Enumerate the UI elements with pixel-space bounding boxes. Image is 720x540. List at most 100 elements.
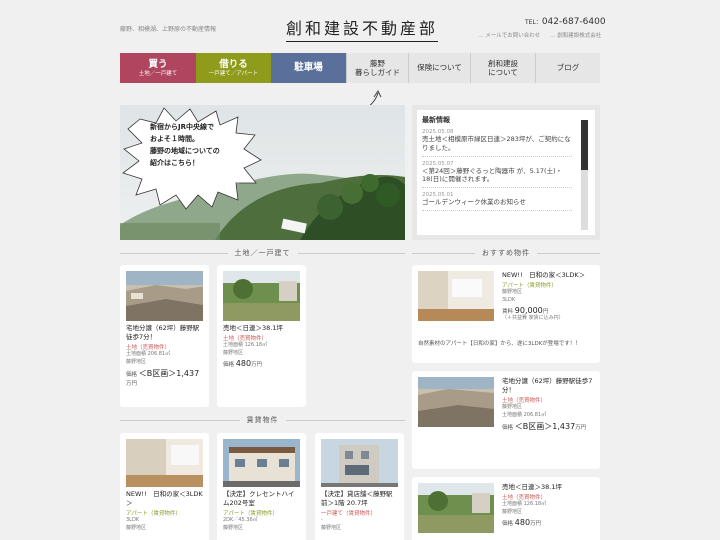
price-unit: 万円	[530, 521, 542, 528]
news-list[interactable]: 最新情報 2025.05.08 売土地＜相模原市緑区日連＞283坪が、ご契約にな…	[422, 115, 590, 233]
price-label: 価格	[502, 425, 514, 432]
property-area: 土地面積 206.81㎡	[502, 411, 547, 418]
tel-value: 042-687-6400	[541, 17, 606, 27]
property-title: 宅地分譲（62坪）藤野駅徒歩7分！	[502, 377, 593, 395]
recommend-card[interactable]: NEW!! 日和の家＜3LDK＞ アパート（賃貸物件） 藤野地区 3LDK 賃料…	[412, 265, 600, 363]
news-scrollbar-thumb[interactable]	[581, 120, 588, 170]
property-location: 藤野地区	[223, 349, 244, 356]
rental-card[interactable]: NEW!! 日和の家＜3LDK＞ アパート（賃貸物件） 3LDK 藤野地区	[120, 433, 209, 540]
price-value: ＜B区画＞1,437	[514, 422, 576, 432]
price-value: 480	[235, 359, 252, 369]
nav-about-company[interactable]: 創和建設 について	[470, 53, 535, 83]
property-note: 自然素材のアパート【日和の家】から、遂に3LDKが登場です！！	[418, 340, 581, 347]
property-title: 【決定】クレセントハイム202号室	[223, 490, 295, 508]
price-unit: 万円	[126, 381, 138, 388]
news-item[interactable]: 2025.05.01 ゴールデンウィーク休業のお知らせ	[422, 192, 572, 211]
property-detail: -	[321, 517, 323, 524]
property-location: 藤野地区	[502, 289, 523, 296]
property-area: 土地面積 126.18㎡	[502, 501, 547, 508]
price-value: 90,000	[514, 306, 543, 316]
news-item[interactable]: 2025.05.08 売土地＜相模原市緑区日連＞283坪が、ご契約になりました。	[422, 129, 572, 157]
property-card[interactable]: 宅地分譲（62坪）藤野駅徒歩7分！ 土地（売買物件） 土地面積 206.81㎡ …	[120, 265, 209, 407]
property-detail: 2DK／45.36㎡	[223, 517, 258, 524]
property-photo	[223, 439, 300, 487]
section-header-land: 土地／一戸建て	[120, 246, 405, 260]
property-photo	[223, 271, 300, 321]
section-header-rental: 賃貸物件	[120, 413, 405, 427]
tel-label: TEL：	[525, 19, 542, 26]
hero-banner[interactable]: 新宿からJR中央線で およそ１時間。 藤野の地域についての 紹介はこちら！	[120, 105, 405, 240]
section-title: おすすめ物件	[482, 249, 530, 257]
price-label: 価格	[126, 372, 138, 379]
property-photo	[418, 483, 494, 533]
property-area: 土地面積 126.18㎡	[223, 342, 268, 349]
hero-caption: 新宿からJR中央線で およそ１時間。 藤野の地域についての 紹介はこちら！	[150, 122, 220, 170]
company-link[interactable]: … 創和建設株式会社	[550, 33, 601, 39]
price-label: 価格	[223, 362, 235, 369]
property-title: 売地＜日連＞38.1坪	[223, 324, 283, 332]
property-detail: 3LDK	[502, 296, 516, 303]
nav-fujino-guide[interactable]: 藤野 暮らしガイド	[346, 53, 408, 83]
price-unit: 万円	[575, 425, 587, 432]
news-title: 最新情報	[422, 116, 450, 124]
property-price: 価格 480万円	[223, 359, 300, 368]
property-card[interactable]: 売地＜日連＞38.1坪 土地（売買物件） 土地面積 126.18㎡ 藤野地区 価…	[217, 265, 306, 407]
property-location: 藤野地区	[126, 358, 147, 365]
hero-caption-line: 新宿からJR中央線で	[150, 123, 214, 131]
recommend-info: NEW!! 日和の家＜3LDK＞ アパート（賃貸物件） 藤野地区 3LDK 賃料…	[502, 271, 594, 333]
property-photo	[418, 377, 494, 427]
property-category: 土地（売買物件）	[502, 495, 547, 502]
rental-card[interactable]: 【決定】クレセントハイム202号室 アパート（賃貸物件） 2DK／45.36㎡ …	[217, 433, 306, 540]
site-tagline: 藤野、相模湖、上野原の不動産情報	[120, 26, 217, 33]
section-title: 土地／一戸建て	[234, 249, 291, 257]
nav-parking[interactable]: 駐車場	[271, 53, 346, 83]
property-location: 藤野地区	[126, 524, 147, 531]
nav-blog[interactable]: ブログ	[535, 53, 600, 83]
recommend-info: 売地＜日連＞38.1坪 土地（売買物件） 土地面積 126.18㎡ 藤野地区 価…	[502, 483, 594, 540]
property-area: 土地面積 206.81㎡	[126, 351, 171, 358]
price-value: 480	[514, 518, 531, 528]
nav-insurance[interactable]: 保険について	[408, 53, 470, 83]
property-category: アパート（賃貸物件）	[223, 511, 278, 518]
property-title: NEW!! 日和の家＜3LDK＞	[126, 490, 203, 508]
nav-rent[interactable]: 借りる 一戸建て／アパート	[196, 53, 271, 83]
section-header-recommend: おすすめ物件	[412, 246, 600, 260]
property-category: アパート（賃貸物件）	[126, 511, 181, 518]
price-unit: 万円	[251, 362, 263, 369]
property-category: 土地（売買物件）	[126, 345, 171, 352]
property-category: 土地（売買物件）	[502, 398, 547, 405]
rental-card[interactable]: 【決定】貸店舗＜藤野駅前＞1階 20.7坪 一戸建て（賃貸物件） - 藤野地区	[315, 433, 404, 540]
property-photo	[126, 439, 203, 487]
property-title: 【決定】貸店舗＜藤野駅前＞1階 20.7坪	[321, 490, 393, 508]
recommend-info: 宅地分譲（62坪）藤野駅徒歩7分！ 土地（売買物件） 藤野地区 土地面積 206…	[502, 377, 594, 463]
nav-buy-label: 買う	[148, 58, 168, 70]
site-logo[interactable]: 創和建設不動産部	[286, 15, 439, 42]
nav-buy[interactable]: 買う 土地／一戸建て	[120, 53, 196, 83]
property-photo	[126, 271, 203, 321]
news-text: ゴールデンウィーク休業のお知らせ	[422, 198, 526, 207]
main-nav: 買う 土地／一戸建て 借りる 一戸建て／アパート 駐車場 藤野 暮らしガイド 保…	[120, 53, 600, 83]
property-title: NEW!! 日和の家＜3LDK＞	[502, 271, 586, 279]
property-category: アパート（賃貸物件）	[502, 283, 557, 290]
property-location: 藤野地区	[223, 524, 244, 531]
price-note: （＋共益費 家賃に込み円）	[502, 315, 564, 322]
property-price: 価格 ＜B区画＞1,437万円	[502, 421, 594, 432]
header-links: … メールでお問い合わせ … 創和建設株式会社	[470, 31, 601, 39]
property-category: 土地（売買物件）	[223, 336, 268, 343]
nav-rent-label: 借りる	[219, 58, 248, 70]
property-photo	[321, 439, 398, 487]
mail-contact-link[interactable]: … メールでお問い合わせ	[478, 33, 540, 39]
hero-caption-line: 藤野の地域についての	[150, 146, 220, 155]
news-item[interactable]: 2025.05.07 ＜第24回＞藤野ぐるっと陶器市 が、5.17(土)・18(…	[422, 161, 572, 189]
property-location: 藤野地区	[502, 508, 523, 515]
property-photo	[418, 271, 494, 321]
news-text: ＜第24回＞藤野ぐるっと陶器市 が、5.17(土)・18(日)に開催されます。	[422, 166, 563, 184]
nav-rent-sub: 一戸建て／アパート	[208, 70, 259, 77]
phone-number: TEL：042-687-6400	[525, 17, 606, 27]
recommend-card[interactable]: 売地＜日連＞38.1坪 土地（売買物件） 土地面積 126.18㎡ 藤野地区 価…	[412, 477, 600, 540]
news-panel: 最新情報 2025.05.08 売土地＜相模原市緑区日連＞283坪が、ご契約にな…	[412, 105, 600, 240]
property-price: 価格 480万円	[502, 518, 594, 527]
property-price: 価格 ＜B区画＞1,437万円	[126, 368, 203, 387]
recommend-card[interactable]: 宅地分譲（62坪）藤野駅徒歩7分！ 土地（売買物件） 藤野地区 土地面積 206…	[412, 371, 600, 469]
hero-caption-line: 紹介はこちら！	[150, 158, 199, 167]
